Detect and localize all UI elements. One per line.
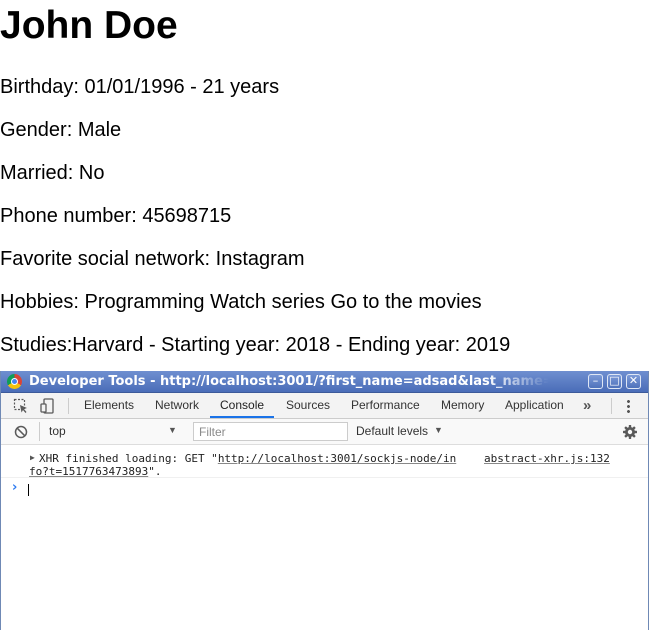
window-title: Developer Tools - http://localhost:3001/… [29, 374, 549, 389]
birthday-text: Birthday: 01/01/1996 - 21 years [0, 76, 280, 98]
settings-icon[interactable] [622, 424, 638, 440]
page: John Doe Birthday: 01/01/1996 - 21 years… [0, 0, 649, 630]
console-filter-bar: top ▼ Default levels ▼ [1, 419, 648, 445]
profile-name: John Doe [0, 4, 178, 47]
clear-console-icon[interactable] [14, 425, 28, 439]
kebab-menu-icon[interactable] [627, 399, 630, 413]
tab-console[interactable]: Console [210, 393, 275, 418]
close-button[interactable]: ✕ [626, 374, 641, 389]
maximize-button[interactable]: □ [607, 374, 622, 389]
context-selector[interactable]: top ▼ [39, 422, 183, 441]
gender-text: Gender: Male [0, 119, 122, 141]
log-levels-dropdown[interactable]: Default levels ▼ [356, 422, 446, 441]
minimize-button[interactable]: – [588, 374, 603, 389]
tab-performance[interactable]: Performance [351, 393, 420, 418]
log-source-link[interactable]: abstract-xhr.js:132 [484, 452, 610, 465]
social-network-text: Favorite social network: Instagram [0, 248, 305, 270]
console-log-entry: ▶ XHR finished loading: GET "http://loca… [1, 448, 648, 478]
log-message: XHR finished loading: GET "http://localh… [39, 452, 456, 465]
phone-text: Phone number: 45698715 [0, 205, 232, 227]
log-message-continuation: fo?t=1517763473893". [29, 465, 161, 478]
chrome-logo-icon [7, 374, 22, 389]
context-label: top [49, 424, 66, 438]
console-prompt[interactable]: › [1, 480, 648, 498]
devtools-window: Developer Tools - http://localhost:3001/… [0, 371, 649, 630]
device-toolbar-icon[interactable] [39, 397, 57, 415]
hobbies-text: Hobbies: Programming Watch series Go to … [0, 291, 482, 313]
married-text: Married: No [0, 162, 105, 184]
log-url-link[interactable]: http://localhost:3001/sockjs-node/in [218, 452, 456, 465]
tab-application[interactable]: Application [505, 393, 564, 418]
more-tabs-button[interactable]: » [583, 393, 591, 418]
log-prefix: XHR finished loading: GET " [39, 452, 218, 465]
tab-network[interactable]: Network [155, 393, 199, 418]
devtools-tab-bar: Elements Network Console Sources Perform… [1, 393, 648, 419]
text-caret [28, 484, 29, 496]
toolbar-divider [611, 398, 612, 414]
log-levels-label: Default levels [356, 424, 429, 438]
studies-text: Studies:Harvard - Starting year: 2018 - … [0, 334, 511, 356]
inspect-element-icon[interactable] [12, 397, 30, 415]
console-output[interactable]: ▶ XHR finished loading: GET "http://loca… [1, 445, 648, 630]
log-suffix: ". [148, 465, 162, 478]
devtools-titlebar[interactable]: Developer Tools - http://localhost:3001/… [1, 371, 648, 393]
prompt-chevron-icon: › [12, 480, 18, 495]
expand-triangle-icon[interactable]: ▶ [30, 451, 35, 464]
dropdown-arrow-icon: ▼ [434, 425, 443, 435]
dropdown-arrow-icon: ▼ [168, 425, 177, 435]
tab-elements[interactable]: Elements [84, 393, 134, 418]
tab-memory[interactable]: Memory [441, 393, 484, 418]
tab-sources[interactable]: Sources [286, 393, 330, 418]
log-url-link-continued[interactable]: fo?t=1517763473893 [29, 465, 148, 478]
toolbar-divider [68, 398, 69, 414]
filter-input[interactable] [193, 422, 348, 441]
